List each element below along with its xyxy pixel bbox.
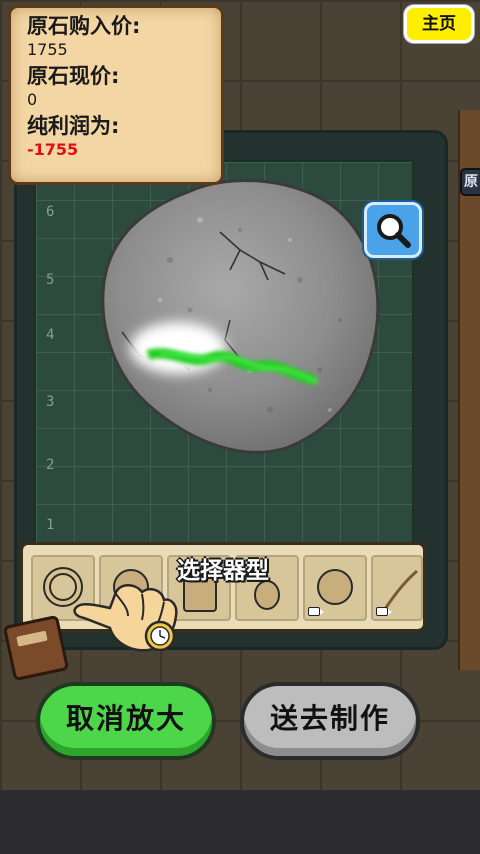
send-to-craft-button[interactable]: 送去制作 — [240, 682, 420, 760]
magnify-button[interactable] — [364, 202, 422, 258]
purchase-price-label: 原石购入价: — [27, 14, 141, 38]
mat-number: 4 — [46, 327, 55, 343]
current-price-label: 原石现价: — [27, 64, 120, 88]
profit-stats-card: 原石购入价: 1755 原石现价: 0 纯利润为: -1755 — [8, 5, 224, 185]
video-icon — [308, 607, 324, 616]
game-scene: 原 6 5 4 3 2 1 原石购入价: 1755 原石现价: 0 纯利润为: … — [0, 0, 480, 790]
stone-body — [101, 178, 380, 454]
wristwatch-icon — [144, 620, 176, 652]
pointing-hand-icon — [73, 584, 178, 652]
notebook-icon[interactable] — [2, 614, 70, 682]
net-profit-label: 纯利润为: — [27, 114, 120, 138]
side-tab[interactable]: 原 — [460, 168, 480, 196]
magnifier-icon — [377, 214, 411, 248]
mat-number: 2 — [46, 457, 55, 473]
mat-number: 1 — [46, 517, 55, 533]
net-profit-value: -1755 — [27, 140, 79, 159]
cancel-zoom-button[interactable]: 取消放大 — [36, 682, 216, 760]
raw-stone[interactable] — [90, 170, 390, 460]
current-price-value: 0 — [27, 90, 38, 109]
mat-number: 6 — [46, 204, 55, 220]
bottom-bar — [0, 790, 480, 854]
mat-number: 5 — [46, 272, 55, 288]
purchase-price-value: 1755 — [27, 40, 68, 59]
jade-window-highlight — [130, 322, 226, 374]
video-icon — [376, 607, 392, 616]
home-button[interactable]: 主页 — [404, 5, 474, 43]
mat-number: 3 — [46, 394, 55, 410]
